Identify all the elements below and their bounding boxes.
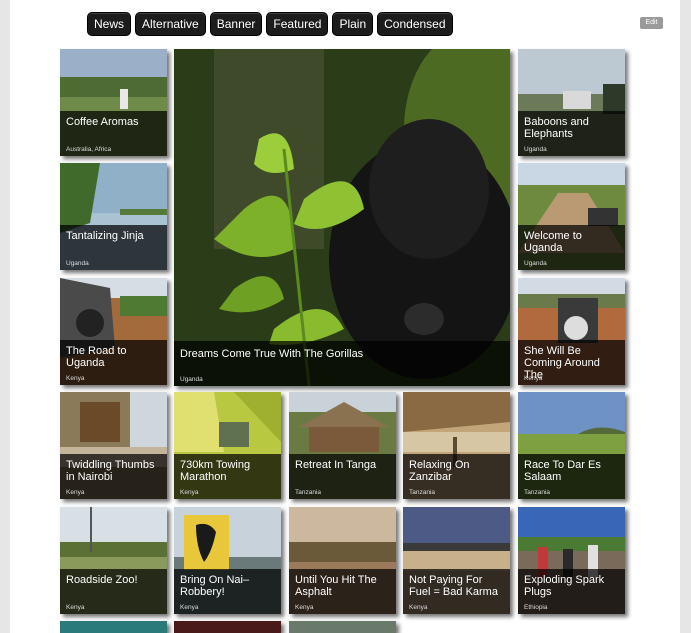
edit-button[interactable]: Edit: [640, 17, 663, 29]
post-tile[interactable]: Until You Hit The Asphalt Kenya: [289, 507, 396, 614]
featured-post-title: Dreams Come True With The Gorillas: [180, 348, 364, 360]
page: News Alternative Banner Featured Plain C…: [10, 0, 680, 633]
tab-news[interactable]: News: [87, 12, 132, 36]
post-location: Tanzania: [524, 489, 551, 496]
post-title: Until You Hit The Asphalt: [295, 574, 377, 598]
tab-banner[interactable]: Banner: [209, 12, 263, 36]
tab-alternative[interactable]: Alternative: [135, 12, 206, 36]
post-caption: Until You Hit The Asphalt Kenya: [289, 569, 396, 614]
post-tile[interactable]: Twiddling Thumbs in Nairobi Kenya: [60, 392, 167, 499]
post-caption: The Road to Uganda Kenya: [60, 340, 167, 385]
post-tile[interactable]: Baboons and Elephants Uganda: [518, 49, 625, 156]
post-location: Uganda: [524, 260, 547, 267]
post-title: Tantalizing Jinja: [66, 230, 144, 242]
featured-post-location: Uganda: [180, 376, 203, 383]
post-caption: Retreat In Tanga Tanzania: [289, 454, 396, 499]
post-location: Kenya: [409, 604, 428, 611]
post-caption: Baboons and Elephants Uganda: [518, 111, 625, 156]
tab-plain[interactable]: Plain: [332, 12, 374, 36]
post-caption: Twiddling Thumbs in Nairobi Kenya: [60, 454, 167, 499]
post-caption: Exploding Spark Plugs Ethiopia: [518, 569, 625, 614]
post-tile[interactable]: Not Paying For Fuel = Bad Karma Kenya: [403, 507, 510, 614]
post-title: Roadside Zoo!: [66, 574, 138, 586]
tab-condensed[interactable]: Condensed: [377, 12, 453, 36]
layout-tab-bar: News Alternative Banner Featured Plain C…: [87, 12, 453, 36]
post-location: Kenya: [295, 604, 314, 611]
post-tile-partial[interactable]: [289, 621, 396, 633]
post-caption: Relaxing On Zanzibar Tanzania: [403, 454, 510, 499]
post-tile[interactable]: Retreat In Tanga Tanzania: [289, 392, 396, 499]
post-tile[interactable]: Exploding Spark Plugs Ethiopia: [518, 507, 625, 614]
post-tile-partial[interactable]: [174, 621, 281, 633]
post-title: Baboons and Elephants: [524, 116, 589, 140]
post-title: Welcome to Uganda: [524, 230, 582, 254]
post-title: Relaxing On Zanzibar: [409, 459, 470, 483]
post-location: Australia, Africa: [66, 146, 112, 153]
post-location: Kenya: [66, 375, 85, 382]
post-tile[interactable]: Coffee Aromas Australia, Africa: [60, 49, 167, 156]
post-location: Uganda: [66, 260, 89, 267]
tab-featured[interactable]: Featured: [266, 12, 329, 36]
post-caption: Roadside Zoo! Kenya: [60, 569, 167, 614]
post-caption: Tantalizing Jinja Uganda: [60, 225, 167, 270]
post-title: Retreat In Tanga: [295, 459, 377, 471]
post-tile[interactable]: 730km Towing Marathon Kenya: [174, 392, 281, 499]
post-location: Tanzania: [409, 489, 436, 496]
post-location: Kenya: [180, 489, 199, 496]
post-title: Twiddling Thumbs in Nairobi: [66, 459, 155, 483]
post-tile[interactable]: Relaxing On Zanzibar Tanzania: [403, 392, 510, 499]
post-tile[interactable]: Race To Dar Es Salaam Tanzania: [518, 392, 625, 499]
post-tile-partial[interactable]: [60, 621, 167, 633]
post-title: Race To Dar Es Salaam: [524, 459, 601, 483]
featured-post-tile[interactable]: Dreams Come True With The Gorillas Ugand…: [174, 49, 510, 386]
post-title: 730km Towing Marathon: [180, 459, 251, 483]
post-caption: Bring On Nai–Robbery! Kenya: [174, 569, 281, 614]
post-location: Kenya: [66, 489, 85, 496]
post-caption: Race To Dar Es Salaam Tanzania: [518, 454, 625, 499]
post-title: Bring On Nai–Robbery!: [180, 574, 250, 598]
post-caption: Not Paying For Fuel = Bad Karma Kenya: [403, 569, 510, 614]
post-location: Tanzania: [295, 489, 322, 496]
post-tile[interactable]: Bring On Nai–Robbery! Kenya: [174, 507, 281, 614]
post-tile[interactable]: She Will Be Coming Around The Kenya: [518, 278, 625, 385]
post-tile[interactable]: Welcome to Uganda Uganda: [518, 163, 625, 270]
post-location: Kenya: [524, 375, 543, 382]
post-tile[interactable]: The Road to Uganda Kenya: [60, 278, 167, 385]
post-caption: Coffee Aromas Australia, Africa: [60, 111, 167, 156]
post-location: Kenya: [180, 604, 199, 611]
post-location: Uganda: [524, 146, 547, 153]
post-tile[interactable]: Tantalizing Jinja Uganda: [60, 163, 167, 270]
post-tile[interactable]: Roadside Zoo! Kenya: [60, 507, 167, 614]
post-caption: 730km Towing Marathon Kenya: [174, 454, 281, 499]
post-title: The Road to Uganda: [66, 345, 127, 369]
post-title: Coffee Aromas: [66, 116, 139, 128]
post-caption: She Will Be Coming Around The Kenya: [518, 340, 625, 385]
post-title: Not Paying For Fuel = Bad Karma: [409, 574, 498, 598]
post-title: Exploding Spark Plugs: [524, 574, 605, 598]
gorilla-photo: [174, 49, 510, 386]
post-location: Ethiopia: [524, 604, 548, 611]
featured-caption: Dreams Come True With The Gorillas Ugand…: [174, 341, 510, 386]
post-location: Kenya: [66, 604, 85, 611]
post-caption: Welcome to Uganda Uganda: [518, 225, 625, 270]
